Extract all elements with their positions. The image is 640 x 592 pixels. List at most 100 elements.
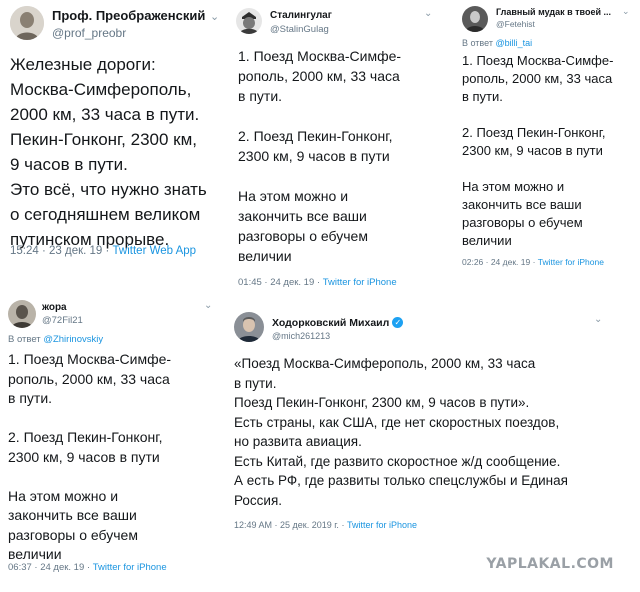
text-line [462, 106, 613, 124]
text-line: закончить все ваши [238, 208, 367, 224]
display-name[interactable]: Проф. Преображенский [52, 8, 205, 23]
text-line: 2300 км, 9 часов в пути [238, 148, 390, 164]
chevron-down-icon[interactable]: ⌄ [594, 314, 602, 325]
source-app-link[interactable]: Twitter for iPhone [347, 520, 417, 530]
text-line [462, 160, 613, 178]
text-line: величии [238, 248, 292, 264]
text-line: величии [462, 233, 512, 248]
tweet-card-1: Проф. Преображенский @prof_preobr ⌄ Желе… [4, 2, 224, 272]
reply-prefix: В ответ [8, 334, 41, 345]
chevron-down-icon[interactable]: ⌄ [204, 300, 212, 311]
display-name[interactable]: Главный мудак в твоей ... [496, 7, 611, 17]
user-handle[interactable]: @StalinGulag [270, 24, 329, 35]
tweet-card-5: Ходорковский Михаил ✓ @mich261213 ⌄ «Поез… [228, 304, 616, 540]
tweet-text: «Поезд Москва-Симферополь, 2000 км, 33 ч… [234, 354, 568, 510]
chevron-down-icon[interactable]: ⌄ [210, 10, 219, 23]
text-line: рополь, 2000 км, 33 часа [8, 370, 170, 387]
text-line: рополь, 2000 км, 33 часа [238, 68, 400, 84]
display-name[interactable]: Ходорковский Михаил ✓ [272, 317, 404, 329]
avatar[interactable] [10, 6, 44, 40]
text-line: Это всё, что нужно знать [10, 180, 207, 199]
tweet-meta: 12:49 AM · 25 дек. 2019 г. · Twitter for… [234, 520, 417, 530]
avatar-portrait-icon [462, 6, 488, 32]
text-line: На этом можно и [238, 188, 349, 204]
text-line: 2. Поезд Пекин-Гонконг, [8, 429, 163, 445]
source-app-link[interactable]: Twitter for iPhone [323, 277, 397, 288]
tweet-text: 1. Поезд Москва-Симфе- рополь, 2000 км, … [238, 46, 401, 266]
text-line: рополь, 2000 км, 33 часа [462, 71, 613, 86]
text-line: 2300 км, 9 часов в пути [8, 448, 160, 465]
text-line: 9 часов в пути. [10, 155, 128, 174]
reply-to-link[interactable]: @Zhirinovskiy [43, 334, 103, 345]
avatar[interactable] [8, 300, 36, 328]
text-line: о сегодняшнем великом [10, 205, 201, 224]
tweet-meta: 06:37 · 24 дек. 19 · Twitter for iPhone [8, 562, 167, 573]
text-line: разговоры о ебучем [462, 215, 583, 230]
text-line: 1. Поезд Москва-Симфе- [238, 48, 402, 64]
verified-badge-icon: ✓ [392, 317, 404, 328]
display-name[interactable]: жора [42, 302, 67, 313]
chevron-down-icon[interactable]: ⌄ [424, 8, 432, 19]
user-handle[interactable]: @prof_preobr [52, 26, 126, 40]
timestamp[interactable]: 02:26 · 24 дек. 19 · [462, 257, 535, 267]
text-line: закончить все ваши [462, 197, 582, 212]
user-handle[interactable]: @Fetehist [496, 19, 535, 29]
avatar-portrait-icon [236, 8, 262, 34]
tweet-text: Железные дороги: Москва-Симферополь, 200… [10, 52, 207, 252]
tweet-text: 1. Поезд Москва-Симфе- рополь, 2000 км, … [8, 350, 171, 565]
text-line: Есть страны, как США, где нет скоростных… [234, 414, 560, 430]
text-line: в пути. [238, 88, 283, 104]
reply-prefix: В ответ [462, 38, 493, 48]
reply-to-link[interactable]: @billi_tai [495, 38, 532, 48]
timestamp[interactable]: 01:45 · 24 дек. 19 · [238, 277, 320, 288]
text-line: но развита авиация. [234, 434, 362, 449]
text-line: Россия. [234, 492, 283, 508]
text-line: Есть Китай, где развито скоростное ж/д с… [234, 453, 561, 469]
text-line: «Поезд Москва-Симферополь, 2000 км, 33 ч… [234, 356, 536, 371]
timestamp[interactable]: 12:49 AM · 25 дек. 2019 г. · [234, 520, 344, 530]
text-line: закончить все ваши [8, 507, 137, 523]
avatar-portrait-icon [8, 300, 36, 328]
user-handle[interactable]: @mich261213 [272, 331, 330, 341]
text-line: 2300 км, 9 часов в пути [462, 143, 603, 158]
tweet-card-2: Сталингулаг @StalinGulag ⌄ 1. Поезд Моск… [232, 2, 442, 292]
text-line: 2000 км, 33 часа в пути. [10, 105, 200, 124]
text-line: разговоры о ебучем [238, 228, 368, 244]
avatar[interactable] [236, 8, 262, 34]
source-app-link[interactable]: Twitter for iPhone [538, 257, 604, 267]
source-app-link[interactable]: Twitter Web App [113, 245, 197, 257]
text-line: На этом можно и [8, 487, 119, 504]
avatar[interactable] [234, 312, 264, 342]
tweet-card-3: Главный мудак в твоей ... @Fetehist ⌄ В … [458, 2, 636, 272]
reply-context: В ответ @Zhirinovskiy [8, 334, 103, 345]
avatar-portrait-icon [234, 312, 264, 342]
text-line [238, 106, 401, 126]
reply-context: В ответ @billi_tai [462, 38, 532, 48]
text-line: Москва-Симферополь, [10, 80, 192, 99]
text-line: разговоры о ебучем [8, 526, 138, 543]
text-line: А есть РФ, где развиты только спецслужбы… [234, 473, 568, 488]
display-name[interactable]: Сталингулаг [270, 10, 332, 21]
user-handle[interactable]: @72Fil21 [42, 315, 83, 326]
text-line: На этом можно и [462, 179, 565, 194]
text-line: 1. Поезд Москва-Симфе- [462, 53, 614, 68]
source-app-link[interactable]: Twitter for iPhone [93, 562, 167, 573]
text-line [238, 166, 401, 186]
timestamp[interactable]: 15:24 · 23 дек. 19 · [10, 245, 109, 257]
avatar[interactable] [462, 6, 488, 32]
text-line: Железные дороги: [10, 55, 156, 74]
text-line [8, 467, 171, 487]
display-name-text: Ходорковский Михаил [272, 317, 390, 329]
text-line: 2. Поезд Пекин-Гонконг, [238, 128, 393, 144]
text-line: в пути. [462, 89, 503, 104]
tweet-meta: 02:26 · 24 дек. 19 · Twitter for iPhone [462, 257, 604, 267]
text-line: в пути. [8, 390, 53, 406]
text-line: 2. Поезд Пекин-Гонконг, [462, 125, 606, 140]
tweet-meta: 15:24 · 23 дек. 19 · Twitter Web App [10, 245, 196, 257]
tweet-card-4: жора @72Fil21 ⌄ В ответ @Zhirinovskiy 1.… [2, 294, 220, 584]
text-line: Поезд Пекин-Гонконг, 2300 км, 9 часов в … [234, 395, 530, 410]
tweet-text: 1. Поезд Москва-Симфе- рополь, 2000 км, … [462, 52, 613, 250]
text-line: в пути. [234, 375, 277, 391]
timestamp[interactable]: 06:37 · 24 дек. 19 · [8, 562, 90, 573]
chevron-down-icon[interactable]: ⌄ [622, 6, 630, 17]
